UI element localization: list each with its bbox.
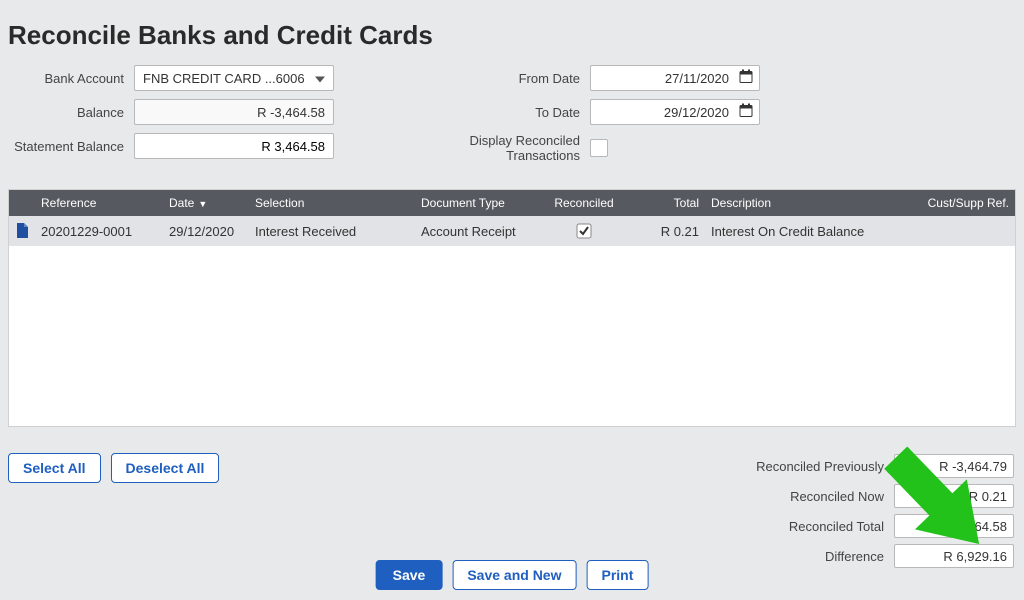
cell-reconciled-checkbox[interactable]	[543, 223, 625, 239]
page-title: Reconcile Banks and Credit Cards	[0, 0, 1024, 65]
from-date-label: From Date	[394, 71, 590, 86]
statement-balance-input[interactable]	[134, 133, 334, 159]
bank-account-value: FNB CREDIT CARD ...6006	[143, 71, 305, 86]
col-header-custsupp[interactable]: Cust/Supp Ref.	[917, 196, 1015, 210]
chevron-down-icon	[315, 71, 325, 86]
reconciled-total-value: R -3,464.58	[894, 514, 1014, 538]
to-date-input[interactable]: 29/12/2020	[590, 99, 760, 125]
col-header-selection[interactable]: Selection	[249, 196, 415, 210]
difference-value: R 6,929.16	[894, 544, 1014, 568]
reconciled-prev-label: Reconciled Previously	[734, 459, 894, 474]
reconciled-now-label: Reconciled Now	[734, 489, 894, 504]
balance-label: Balance	[8, 105, 134, 120]
col-header-total[interactable]: Total	[625, 196, 705, 210]
save-button[interactable]: Save	[376, 560, 443, 590]
cell-doctype: Account Receipt	[415, 224, 543, 239]
cell-total: R 0.21	[625, 224, 705, 239]
cell-selection: Interest Received	[249, 224, 415, 239]
grid-body[interactable]: 20201229-0001 29/12/2020 Interest Receiv…	[9, 216, 1015, 426]
col-header-date[interactable]: Date▼	[163, 196, 249, 210]
summary-panel: Reconciled Previously R -3,464.79 Reconc…	[734, 454, 1014, 574]
sort-desc-icon: ▼	[198, 199, 207, 209]
reconciled-now-value: R 0.21	[894, 484, 1014, 508]
select-all-button[interactable]: Select All	[8, 453, 101, 483]
col-header-reference[interactable]: Reference	[35, 196, 163, 210]
difference-label: Difference	[734, 549, 894, 564]
calendar-icon	[739, 104, 753, 121]
reconciled-total-label: Reconciled Total	[734, 519, 894, 534]
table-row[interactable]: 20201229-0001 29/12/2020 Interest Receiv…	[9, 216, 1015, 246]
reconciled-prev-value: R -3,464.79	[894, 454, 1014, 478]
grid-header-row: Reference Date▼ Selection Document Type …	[9, 190, 1015, 216]
document-icon	[9, 223, 35, 239]
balance-value: R -3,464.58	[134, 99, 334, 125]
deselect-all-button[interactable]: Deselect All	[111, 453, 220, 483]
to-date-label: To Date	[394, 105, 590, 120]
save-and-new-button[interactable]: Save and New	[452, 560, 576, 590]
col-header-doctype[interactable]: Document Type	[415, 196, 543, 210]
filter-panel: Bank Account FNB CREDIT CARD ...6006 Bal…	[0, 65, 1024, 181]
display-reconciled-label: Display Reconciled Transactions	[394, 133, 590, 163]
cell-date: 29/12/2020	[163, 224, 249, 239]
transactions-grid: Reference Date▼ Selection Document Type …	[8, 189, 1016, 427]
from-date-input[interactable]: 27/11/2020	[590, 65, 760, 91]
to-date-value: 29/12/2020	[664, 105, 729, 120]
from-date-value: 27/11/2020	[665, 71, 729, 86]
col-header-description[interactable]: Description	[705, 196, 917, 210]
cell-description: Interest On Credit Balance	[705, 224, 917, 239]
print-button[interactable]: Print	[586, 560, 648, 590]
statement-balance-label: Statement Balance	[8, 139, 134, 154]
cell-reference: 20201229-0001	[35, 224, 163, 239]
bank-account-label: Bank Account	[8, 71, 134, 86]
calendar-icon	[739, 70, 753, 87]
display-reconciled-checkbox[interactable]	[590, 139, 608, 157]
bank-account-select[interactable]: FNB CREDIT CARD ...6006	[134, 65, 334, 91]
col-header-reconciled[interactable]: Reconciled	[543, 196, 625, 210]
